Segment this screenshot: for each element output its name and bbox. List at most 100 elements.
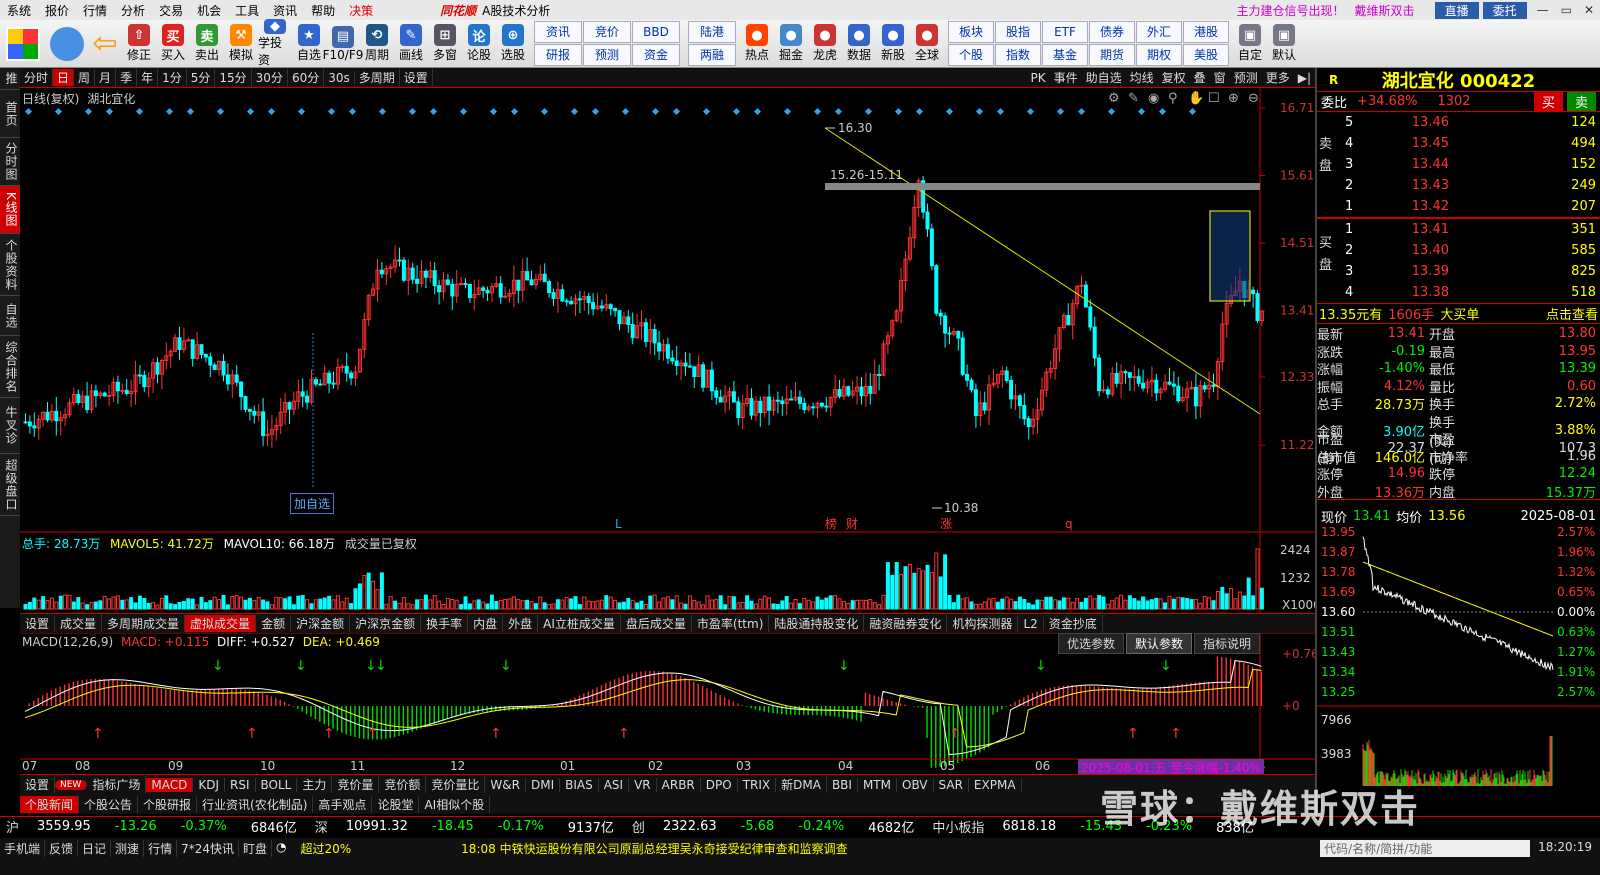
menu-item-3[interactable]: 分析 xyxy=(114,2,152,19)
maximize-icon[interactable]: ▭ xyxy=(1555,3,1578,17)
toolbar-grid1-3[interactable]: 研报 xyxy=(534,44,582,66)
toolbar-grid1-0[interactable]: 资讯 xyxy=(534,21,582,43)
bottom-tab-5[interactable]: 7*24快讯 xyxy=(177,840,239,857)
indicator2-tab-23[interactable]: SAR xyxy=(934,777,969,792)
left-tab-5[interactable]: 自选股 xyxy=(0,296,20,336)
robot-icon[interactable] xyxy=(50,26,84,61)
toolbar-button-3[interactable]: ⚒ 模拟 xyxy=(224,21,258,67)
left-tab-1[interactable]: 首页 xyxy=(0,90,20,138)
indicator2-tab-9[interactable]: 竞价额 xyxy=(379,776,427,793)
optimal-params-button[interactable]: 优选参数 xyxy=(1058,633,1125,654)
expand-icon[interactable]: ▶| xyxy=(1294,71,1315,85)
selection-box[interactable] xyxy=(1209,210,1251,302)
menu-item-1[interactable]: 报价 xyxy=(38,2,76,19)
bid-row[interactable]: 4 13.38 518 xyxy=(1317,282,1600,303)
news-ticker[interactable]: 18:08 中铁快运股份有限公司原副总经理吴永奇接受纪律审查和监察调查 xyxy=(461,840,847,857)
period-tab-1[interactable]: 日 xyxy=(53,69,75,86)
chart-tool-icon[interactable]: ✎ xyxy=(1128,91,1139,106)
indicator2-tab-22[interactable]: OBV xyxy=(897,777,934,792)
indicator-tab-4[interactable]: 金额 xyxy=(256,615,292,632)
toolbar-grid3-2[interactable]: ETF xyxy=(1042,21,1088,43)
index-label-3[interactable]: 中小板指 xyxy=(926,817,990,836)
toolbar2-button-1[interactable]: ● 掘金 xyxy=(774,21,808,67)
index-label-0[interactable]: 沪 xyxy=(0,817,25,836)
period-right-5[interactable]: 叠 xyxy=(1190,69,1210,86)
menu-item-7[interactable]: 资讯 xyxy=(266,2,304,19)
period-tab-3[interactable]: 月 xyxy=(95,69,117,86)
order-button[interactable]: 委托 xyxy=(1482,1,1527,19)
indicator2-tab-12[interactable]: DMI xyxy=(526,777,561,792)
indicator-tab-10[interactable]: AI立桩成交量 xyxy=(538,615,621,632)
index-label-1[interactable]: 深 xyxy=(309,817,334,836)
ask-row[interactable]: 5 13.46 124 xyxy=(1317,112,1600,133)
toolbar-button-7[interactable]: ⟲ 周期 xyxy=(360,21,394,67)
toolbar-button-0[interactable]: ⇧ 修正 xyxy=(122,21,156,67)
toolbar-grid2-1[interactable]: 两融 xyxy=(688,44,736,66)
left-tab-2[interactable]: 分时图 xyxy=(0,138,20,186)
toolbar-button-10[interactable]: 论论股 xyxy=(462,21,496,67)
news-tab-0[interactable]: 个股新闻 xyxy=(20,795,80,813)
indicator-tab-8[interactable]: 内盘 xyxy=(468,615,504,632)
event-letter[interactable]: 涨 xyxy=(940,516,952,531)
news-tab-2[interactable]: 个股研报 xyxy=(138,795,198,813)
period-right-6[interactable]: 窗 xyxy=(1210,69,1230,86)
menu-item-decision[interactable]: 决策 xyxy=(342,2,380,19)
menu-item-0[interactable]: 系统 xyxy=(0,2,38,19)
close-icon[interactable]: ✕ xyxy=(1578,3,1600,17)
period-tab-8[interactable]: 15分 xyxy=(215,69,252,86)
period-tab-5[interactable]: 年 xyxy=(137,69,159,86)
left-tab-8[interactable]: 超级盘口 xyxy=(0,454,20,516)
news-tab-3[interactable]: 行业资讯(农化制品) xyxy=(197,795,314,813)
ask-row[interactable]: 3 13.44 152 xyxy=(1317,154,1600,175)
indicator-help-button[interactable]: 指标说明 xyxy=(1194,633,1261,654)
toolbar-grid3-0[interactable]: 板块 xyxy=(948,21,994,43)
toolbar-grid3-1[interactable]: 股指 xyxy=(995,21,1041,43)
menu-item-5[interactable]: 机会 xyxy=(190,2,228,19)
ask-row[interactable]: 2 13.43 249 xyxy=(1317,175,1600,196)
indicator-tab-0[interactable]: 设置 xyxy=(20,615,56,632)
default-params-button[interactable]: 默认参数 xyxy=(1126,633,1193,654)
toolbar2-button-4[interactable]: ● 新股 xyxy=(876,21,910,67)
period-tab-4[interactable]: 季 xyxy=(116,69,138,86)
period-tab-11[interactable]: 30s xyxy=(324,70,355,85)
chart-tool-icon[interactable]: ◉ xyxy=(1148,91,1159,106)
toolbar-grid1-2[interactable]: BBD xyxy=(632,21,680,43)
chart-tool-icon[interactable]: ⚲ xyxy=(1168,91,1178,106)
menu-item-4[interactable]: 交易 xyxy=(152,2,190,19)
promo-link-1[interactable]: 主力建仓信号出现！ xyxy=(1237,2,1345,19)
ask-row[interactable]: 4 13.45 494 xyxy=(1317,133,1600,154)
bottom-tab-4[interactable]: 行情 xyxy=(144,840,178,857)
indicator2-tab-19[interactable]: 新DMA xyxy=(776,776,827,793)
period-tab-0[interactable]: 分时 xyxy=(20,69,54,86)
search-input[interactable]: 代码/名称/简拼/功能 xyxy=(1320,840,1531,857)
news-tab-1[interactable]: 个股公告 xyxy=(79,795,139,813)
indicator2-tab-17[interactable]: DPO xyxy=(701,777,738,792)
toolbar3-button-0[interactable]: ▣ 自定 xyxy=(1233,21,1267,67)
toolbar2-button-3[interactable]: ● 数据 xyxy=(842,21,876,67)
bid-row[interactable]: 2 13.40 585 xyxy=(1317,240,1600,261)
indicator2-tab-24[interactable]: EXPMA xyxy=(969,777,1022,792)
indicator-tab-13[interactable]: 陆股通持股变化 xyxy=(769,615,865,632)
bottom-tab-3[interactable]: 测速 xyxy=(111,840,145,857)
menu-item-2[interactable]: 行情 xyxy=(76,2,114,19)
indicator2-tab-11[interactable]: W&R xyxy=(485,777,526,792)
menu-item-8[interactable]: 帮助 xyxy=(304,2,342,19)
period-tab-6[interactable]: 1分 xyxy=(158,69,187,86)
indicator2-tab-1[interactable]: NEW xyxy=(55,779,88,790)
indicator2-tab-8[interactable]: 竞价量 xyxy=(332,776,380,793)
indicator-tab-7[interactable]: 换手率 xyxy=(421,615,469,632)
event-letter[interactable]: L xyxy=(615,517,622,531)
period-tab-7[interactable]: 5分 xyxy=(187,69,216,86)
period-right-4[interactable]: 复权 xyxy=(1158,69,1190,86)
toolbar-button-5[interactable]: ★ 自选 xyxy=(292,21,326,67)
event-letter[interactable]: q xyxy=(1065,517,1073,531)
bid-row[interactable]: 1 13.41 351 xyxy=(1317,219,1600,240)
minimize-icon[interactable]: — xyxy=(1531,3,1555,17)
indicator-tab-14[interactable]: 融资融券变化 xyxy=(864,615,948,632)
indicator2-tab-14[interactable]: ASI xyxy=(599,777,630,792)
toolbar-grid3-5[interactable]: 港股 xyxy=(1183,21,1229,43)
toolbar-button-2[interactable]: 卖卖出 xyxy=(190,21,224,67)
period-right-8[interactable]: 更多 xyxy=(1262,69,1294,86)
indicator2-tab-20[interactable]: BBI xyxy=(827,777,858,792)
indicator2-tab-6[interactable]: BOLL xyxy=(256,777,298,792)
